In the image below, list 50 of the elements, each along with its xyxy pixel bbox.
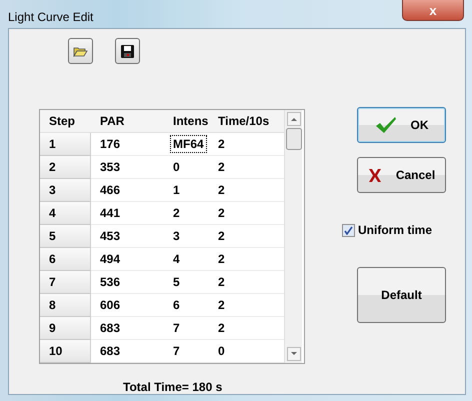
- checkbox[interactable]: [342, 224, 355, 236]
- row-header[interactable]: 9: [40, 317, 91, 340]
- column-header: Time/10s: [213, 110, 284, 133]
- table-cell[interactable]: 2: [170, 204, 183, 222]
- table-cell[interactable]: 7: [170, 319, 183, 337]
- table-cell[interactable]: 5: [170, 273, 183, 291]
- folder-icon: [73, 46, 88, 56]
- scroll-thumb[interactable]: [286, 128, 302, 150]
- table-cell[interactable]: 4: [170, 250, 183, 268]
- scrollbar[interactable]: [284, 110, 302, 363]
- row-header[interactable]: 4: [40, 202, 91, 225]
- ok-button[interactable]: OK: [357, 107, 446, 143]
- table-cell: 494: [91, 248, 153, 271]
- table-cell[interactable]: MF64: [170, 135, 207, 153]
- table-cell[interactable]: 7: [170, 342, 183, 360]
- cancel-button[interactable]: Cancel: [357, 157, 446, 193]
- table-cell: 683: [91, 340, 153, 363]
- row-header[interactable]: 3: [40, 179, 91, 202]
- scroll-up-icon[interactable]: [286, 112, 300, 126]
- check-icon: [374, 116, 396, 134]
- table-cell: 453: [91, 225, 153, 248]
- total-time-label: Total Time= 180 s: [123, 380, 224, 394]
- checkbox-label[interactable]: Uniform time: [358, 223, 432, 237]
- column-header: Step: [40, 110, 91, 133]
- window-title: Light Curve Edit: [8, 10, 94, 24]
- table-cell: 353: [91, 156, 153, 179]
- table-cell[interactable]: 6: [170, 296, 183, 314]
- column-header: PAR: [91, 110, 153, 133]
- row-header[interactable]: 10: [40, 340, 91, 363]
- table-cell: 536: [91, 271, 153, 294]
- default-button[interactable]: Default: [357, 267, 446, 323]
- row-header[interactable]: 5: [40, 225, 91, 248]
- table-cell: 176: [91, 133, 153, 156]
- column-header: Intens: [153, 110, 213, 133]
- table-cell: 466: [91, 179, 153, 202]
- row-header[interactable]: 7: [40, 271, 91, 294]
- table-cell[interactable]: 3: [170, 227, 183, 245]
- table-cell: 606: [91, 294, 153, 317]
- table-cell[interactable]: 1: [170, 181, 183, 199]
- row-header[interactable]: 6: [40, 248, 91, 271]
- cross-icon: [368, 168, 382, 182]
- scroll-down-icon[interactable]: [286, 347, 300, 361]
- row-header[interactable]: 1: [40, 133, 91, 156]
- open-button[interactable]: [68, 38, 93, 64]
- row-header[interactable]: 2: [40, 156, 91, 179]
- table-cell: 683: [91, 317, 153, 340]
- table-cell: 441: [91, 202, 153, 225]
- table-cell[interactable]: 0: [170, 158, 183, 176]
- save-button[interactable]: [115, 38, 140, 64]
- row-header[interactable]: 8: [40, 294, 91, 317]
